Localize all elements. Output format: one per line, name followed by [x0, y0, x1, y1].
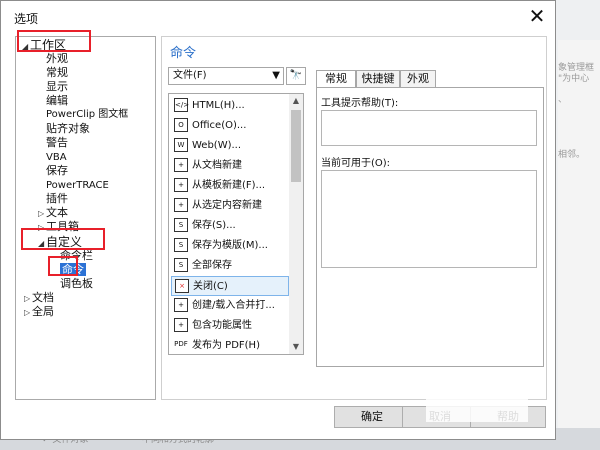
tooltip-help-label: 工具提示帮助(T):: [321, 98, 399, 109]
tab-appearance[interactable]: 外观: [400, 70, 436, 88]
command-item[interactable]: + 从文档新建: [171, 156, 289, 176]
category-dropdown[interactable]: 文件(F) ▼: [168, 67, 284, 85]
command-item[interactable]: </> HTML(H)...: [171, 96, 289, 116]
command-item[interactable]: S 保存(S)...: [171, 216, 289, 236]
command-list-scrollbar[interactable]: ▲ ▼: [289, 94, 303, 354]
tree-item[interactable]: 插件: [46, 192, 68, 206]
commands-panel: 命令 文件(F) ▼ 🔭 </> HTML(H)... O Office(O)...…: [161, 36, 547, 400]
background-window-edge: 象管理框 "为中心 、 相邻。: [558, 40, 600, 450]
options-tree[interactable]: ◢ 工作区 外观 常规 显示 编辑 PowerClip 图文框 贴齐对象 警告 V…: [15, 36, 156, 400]
command-item-selected[interactable]: × 关闭(C): [171, 276, 289, 296]
save-as-template-icon: S: [174, 238, 188, 252]
command-item[interactable]: O Office(O)...: [171, 116, 289, 136]
tree-item-text[interactable]: ▷ 文本: [38, 206, 68, 221]
general-tab-pane: 工具提示帮助(T): 当前可用于(O):: [316, 87, 544, 367]
feature-properties-icon: +: [174, 318, 188, 332]
available-in-list[interactable]: [321, 170, 537, 268]
office-icon: O: [174, 118, 188, 132]
command-item[interactable]: + 包含功能属性: [171, 316, 289, 336]
highlight-box: [21, 228, 105, 250]
collapsed-arrow-icon[interactable]: ▷: [24, 292, 32, 306]
tree-item[interactable]: 外观: [46, 52, 68, 66]
close-document-icon: ×: [175, 279, 189, 293]
tree-item[interactable]: VBA: [46, 151, 67, 165]
scroll-thumb[interactable]: [291, 110, 301, 182]
tree-item[interactable]: 显示: [46, 80, 68, 94]
watermark-overlay: [426, 376, 528, 422]
command-item[interactable]: + 从选定内容新建: [171, 196, 289, 216]
tree-item[interactable]: PowerTRACE: [46, 179, 109, 193]
tree-item-global[interactable]: ▷ 全局: [24, 305, 54, 320]
highlight-box: [17, 30, 91, 52]
html-icon: </>: [174, 98, 189, 112]
new-document-icon: +: [174, 158, 188, 172]
tree-item-palette[interactable]: 调色板: [60, 277, 93, 291]
scroll-down-icon[interactable]: ▼: [289, 340, 303, 354]
new-from-selection-icon: +: [174, 198, 188, 212]
tree-item-document[interactable]: ▷ 文档: [24, 291, 54, 306]
command-item[interactable]: S 保存为模版(M)...: [171, 236, 289, 256]
binoculars-icon[interactable]: 🔭: [286, 67, 306, 85]
background-text: 、: [558, 95, 568, 105]
command-item[interactable]: PDF 发布为 PDF(H): [171, 336, 289, 354]
merge-print-icon: +: [174, 298, 188, 312]
tab-general[interactable]: 常规: [316, 70, 356, 88]
highlight-box: [48, 256, 78, 276]
save-icon: S: [174, 218, 188, 232]
command-item[interactable]: S 全部保存: [171, 256, 289, 276]
close-icon[interactable]: ✕: [525, 4, 549, 28]
background-text: "为中心: [558, 74, 590, 84]
tree-item[interactable]: PowerClip 图文框: [46, 108, 128, 122]
scroll-up-icon[interactable]: ▲: [289, 94, 303, 108]
tree-item[interactable]: 保存: [46, 164, 68, 178]
category-value: 文件(F): [173, 70, 207, 81]
save-all-icon: S: [174, 258, 188, 272]
title-bar: 选项 ✕: [1, 1, 555, 31]
command-item[interactable]: + 从模板新建(F)...: [171, 176, 289, 196]
dialog-title: 选项: [14, 12, 39, 26]
new-from-template-icon: +: [174, 178, 188, 192]
tooltip-help-field[interactable]: [321, 110, 537, 146]
panel-title: 命令: [170, 46, 197, 61]
command-list[interactable]: </> HTML(H)... O Office(O)... W Web(W)... +…: [168, 93, 304, 355]
tab-shortcut-keys[interactable]: 快捷键: [356, 70, 400, 88]
tree-item[interactable]: 警告: [46, 136, 68, 150]
web-icon: W: [174, 138, 188, 152]
command-item[interactable]: + 创建/载入合并打...: [171, 296, 289, 316]
options-dialog: 选项 ✕ ◢ 工作区 外观 常规 显示 编辑 PowerClip 图文框 贴齐对象…: [0, 0, 556, 440]
available-in-label: 当前可用于(O):: [321, 158, 391, 169]
collapsed-arrow-icon[interactable]: ▷: [38, 207, 46, 221]
background-text: 相邻。: [558, 150, 586, 160]
collapsed-arrow-icon[interactable]: ▷: [24, 306, 32, 320]
ok-button[interactable]: 确定: [334, 406, 410, 428]
tree-item[interactable]: 常规: [46, 66, 68, 80]
pdf-icon: PDF: [174, 338, 188, 352]
tree-item[interactable]: 编辑: [46, 94, 68, 108]
command-item[interactable]: W Web(W)...: [171, 136, 289, 156]
tree-item[interactable]: 贴齐对象: [46, 122, 90, 136]
chevron-down-icon: ▼: [272, 70, 280, 81]
